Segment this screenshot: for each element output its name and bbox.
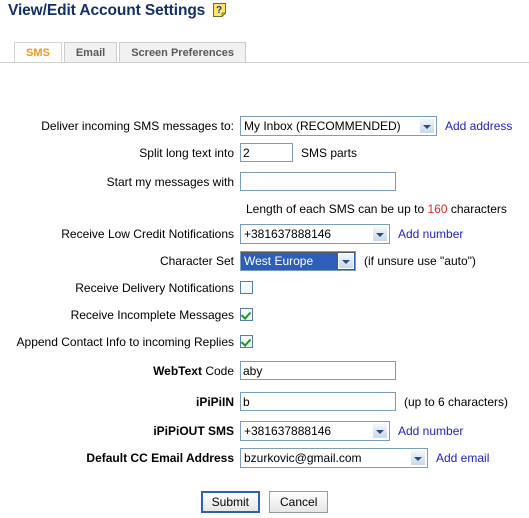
default-cc-email-value: bzurkovic@gmail.com <box>244 450 362 465</box>
split-parts-suffix: SMS parts <box>301 145 358 160</box>
tab-email[interactable]: Email <box>63 42 118 63</box>
page-title-text: View/Edit Account Settings <box>8 2 206 19</box>
default-cc-email-select[interactable]: bzurkovic@gmail.com <box>240 447 428 468</box>
ipipiout-sms-label: iPiPiOUT SMS <box>153 423 234 438</box>
svg-text:?: ? <box>216 5 222 16</box>
form-actions: Submit Cancel <box>0 491 529 513</box>
low-credit-select[interactable]: +381637888146 <box>240 223 390 244</box>
chevron-down-icon[interactable] <box>410 449 426 466</box>
row-length-hint: Length of each SMS can be up to 160 char… <box>0 197 529 220</box>
length-hint-prefix: Length of each SMS can be up to <box>246 201 425 216</box>
add-number-link-low-credit[interactable]: Add number <box>398 227 463 241</box>
character-set-note: (if unsure use "auto") <box>364 253 476 268</box>
tab-bar: SMS Email Screen Preferences <box>14 41 248 63</box>
deliver-to-label: Deliver incoming SMS messages to: <box>41 118 234 133</box>
length-hint: Length of each SMS can be up to 160 char… <box>246 202 507 216</box>
character-set-select[interactable]: West Europe <box>240 250 356 271</box>
webtext-code-label: WebText Code <box>0 364 240 378</box>
row-webtext-code: WebText Code <box>0 355 529 386</box>
start-with-label: Start my messages with <box>106 174 234 189</box>
deliver-to-select[interactable]: My Inbox (RECOMMENDED) <box>240 115 437 136</box>
row-ipipiout-sms: iPiPiOUT SMS +381637888146 Add number <box>0 417 529 444</box>
cancel-button[interactable]: Cancel <box>269 491 329 513</box>
delivery-notifications-checkbox[interactable] <box>240 281 253 294</box>
delivery-notifications-label: Receive Delivery Notifications <box>75 280 234 295</box>
add-address-link[interactable]: Add address <box>445 119 512 133</box>
low-credit-label: Receive Low Credit Notifications <box>61 226 234 241</box>
default-cc-email-label: Default CC Email Address <box>86 450 234 465</box>
append-contact-info-checkbox[interactable] <box>240 335 253 348</box>
length-hint-number: 160 <box>427 201 448 216</box>
add-email-link[interactable]: Add email <box>436 451 489 465</box>
chevron-down-icon[interactable] <box>372 225 388 242</box>
ipipiout-sms-value: +381637888146 <box>244 423 332 438</box>
row-low-credit: Receive Low Credit Notifications +381637… <box>0 220 529 247</box>
row-character-set: Character Set West Europe (if unsure use… <box>0 247 529 274</box>
row-ipipiin: iPiPiIN (up to 6 characters) <box>0 386 529 417</box>
append-contact-info-label: Append Contact Info to incoming Replies <box>16 334 234 349</box>
character-set-label: Character Set <box>159 253 234 268</box>
tab-screen-preferences[interactable]: Screen Preferences <box>119 42 246 63</box>
chevron-down-icon[interactable] <box>372 422 388 439</box>
split-parts-label: Split long text into <box>139 145 234 160</box>
ipipiin-note: (up to 6 characters) <box>404 394 509 409</box>
row-deliver-to: Deliver incoming SMS messages to: My Inb… <box>0 112 529 139</box>
webtext-code-label-rest: Code <box>205 363 234 378</box>
webtext-code-input[interactable] <box>240 361 396 380</box>
ipipiin-label: iPiPiIN <box>195 394 234 409</box>
low-credit-value: +381637888146 <box>244 226 332 241</box>
row-append-contact-info: Append Contact Info to incoming Replies <box>0 328 529 355</box>
settings-form: Deliver incoming SMS messages to: My Inb… <box>0 112 529 471</box>
page-title: View/Edit Account Settings ? <box>8 2 227 20</box>
chevron-down-icon[interactable] <box>419 117 435 134</box>
row-default-cc-email: Default CC Email Address bzurkovic@gmail… <box>0 444 529 471</box>
account-settings-page: View/Edit Account Settings ? SMS Email S… <box>0 0 529 518</box>
help-question-icon[interactable]: ? <box>213 3 227 18</box>
incomplete-messages-checkbox[interactable] <box>240 308 253 321</box>
split-parts-input[interactable] <box>240 143 293 162</box>
length-hint-suffix: characters <box>450 201 507 216</box>
incomplete-messages-label: Receive Incomplete Messages <box>70 307 234 322</box>
row-split-parts: Split long text into SMS parts <box>0 139 529 166</box>
chevron-down-icon[interactable] <box>338 252 354 269</box>
row-delivery-notifications: Receive Delivery Notifications <box>0 274 529 301</box>
row-incomplete-messages: Receive Incomplete Messages <box>0 301 529 328</box>
ipipiin-input[interactable] <box>240 392 396 411</box>
row-start-with: Start my messages with <box>0 166 529 197</box>
tab-bar-divider <box>0 62 529 63</box>
deliver-to-value: My Inbox (RECOMMENDED) <box>244 118 401 133</box>
submit-button[interactable]: Submit <box>200 491 260 513</box>
ipipiout-sms-select[interactable]: +381637888146 <box>240 420 390 441</box>
webtext-code-label-bold: WebText <box>153 363 202 378</box>
add-number-link-ipipiout[interactable]: Add number <box>398 424 463 438</box>
start-with-input[interactable] <box>240 172 396 191</box>
tab-sms[interactable]: SMS <box>14 42 62 63</box>
